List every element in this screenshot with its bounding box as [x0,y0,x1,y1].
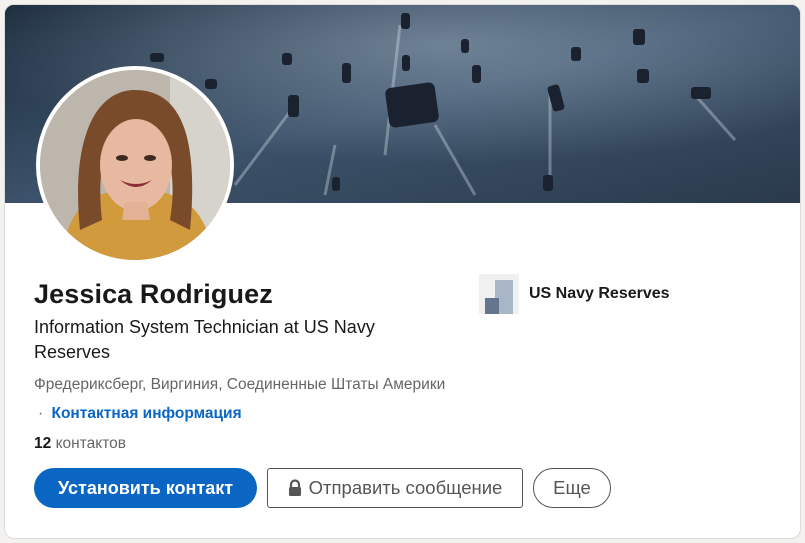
connect-button-label: Установить контакт [57,477,234,498]
profile-card: Jessica Rodriguez Information System Tec… [4,4,801,539]
message-button-label: Отправить сообщение [308,477,503,498]
contact-info-link[interactable]: Контактная информация [51,405,241,422]
profile-photo[interactable] [36,66,234,264]
profile-location-line: Фредериксберг, Виргиния, Соединенные Шта… [34,370,454,428]
connections-count: 12 [34,435,52,452]
company-logo [479,274,519,314]
connections-label: контактов [55,435,126,452]
more-button-label: Еще [553,477,591,498]
current-company[interactable]: US Navy Reserves [479,273,670,315]
message-button[interactable]: Отправить сообщение [267,468,523,508]
profile-name: Jessica Rodriguez [34,279,273,309]
more-button[interactable]: Еще [533,468,611,508]
profile-location: Фредериксберг, Виргиния, Соединенные Шта… [34,376,446,393]
lock-icon [288,479,302,497]
company-name: US Navy Reserves [529,285,670,302]
connect-button[interactable]: Установить контакт [34,468,257,508]
connections-link[interactable]: 12 контактов [34,435,126,453]
separator-dot: · [38,405,44,422]
profile-headline: Information System Technician at US Navy… [34,317,375,362]
